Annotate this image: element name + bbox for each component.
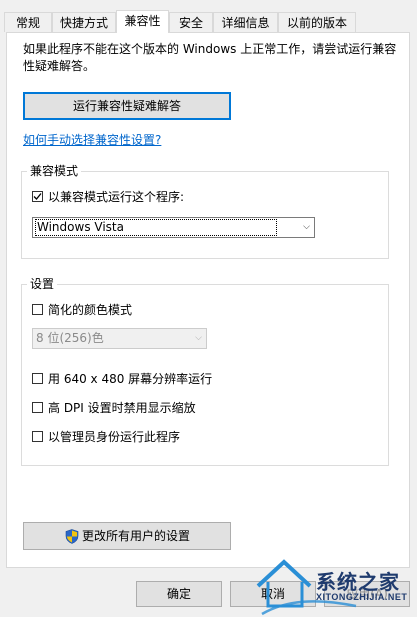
tab-details[interactable]: 详细信息 bbox=[213, 12, 278, 32]
chevron-down-icon: ⌵ bbox=[195, 333, 202, 343]
tab-previous-versions[interactable]: 以前的版本 bbox=[278, 12, 356, 32]
compat-mode-group: 兼容模式 以兼容模式运行这个程序: Windows Vista ⌵ bbox=[21, 163, 389, 259]
compatibility-panel: 如果此程序不能在这个版本的 Windows 上正常工作，请尝试运行兼容性疑难解答… bbox=[6, 32, 410, 568]
admin-checkbox[interactable] bbox=[32, 431, 43, 442]
tab-compatibility[interactable]: 兼容性 bbox=[116, 10, 169, 33]
tab-security[interactable]: 安全 bbox=[169, 12, 213, 32]
tab-shortcut[interactable]: 快捷方式 bbox=[52, 12, 116, 32]
change-all-users-button[interactable]: 更改所有用户的设置 bbox=[23, 522, 231, 550]
watermark-logo: 系统之家 XITONGZHIJIA.NET bbox=[256, 556, 417, 617]
dpi-checkbox[interactable] bbox=[32, 402, 43, 413]
compat-mode-title: 兼容模式 bbox=[27, 163, 82, 179]
manual-settings-link[interactable]: 如何手动选择兼容性设置? bbox=[23, 131, 161, 148]
tab-general[interactable]: 常规 bbox=[4, 12, 52, 32]
uac-shield-icon bbox=[65, 529, 79, 544]
os-version-select[interactable]: Windows Vista ⌵ bbox=[32, 217, 315, 238]
intro-text: 如果此程序不能在这个版本的 Windows 上正常工作，请尝试运行兼容性疑难解答… bbox=[23, 42, 397, 73]
watermark-url: XITONGZHIJIA.NET bbox=[316, 592, 408, 602]
ok-button[interactable]: 确定 bbox=[136, 581, 222, 607]
reduced-color-checkbox[interactable] bbox=[32, 304, 43, 315]
checkmark-icon bbox=[33, 193, 42, 200]
settings-title: 设置 bbox=[27, 276, 58, 292]
watermark-text: 系统之家 bbox=[316, 570, 400, 594]
run-troubleshooter-button[interactable]: 运行兼容性疑难解答 bbox=[23, 92, 231, 120]
compat-mode-checkbox[interactable] bbox=[32, 191, 43, 202]
color-depth-select: 8 位(256)色 ⌵ bbox=[32, 328, 207, 349]
res-640-checkbox[interactable] bbox=[32, 373, 43, 384]
chevron-down-icon: ⌵ bbox=[303, 222, 310, 232]
settings-group: 设置 简化的颜色模式 8 位(256)色 ⌵ 用 640 x 480 屏幕分辨率… bbox=[21, 276, 389, 466]
